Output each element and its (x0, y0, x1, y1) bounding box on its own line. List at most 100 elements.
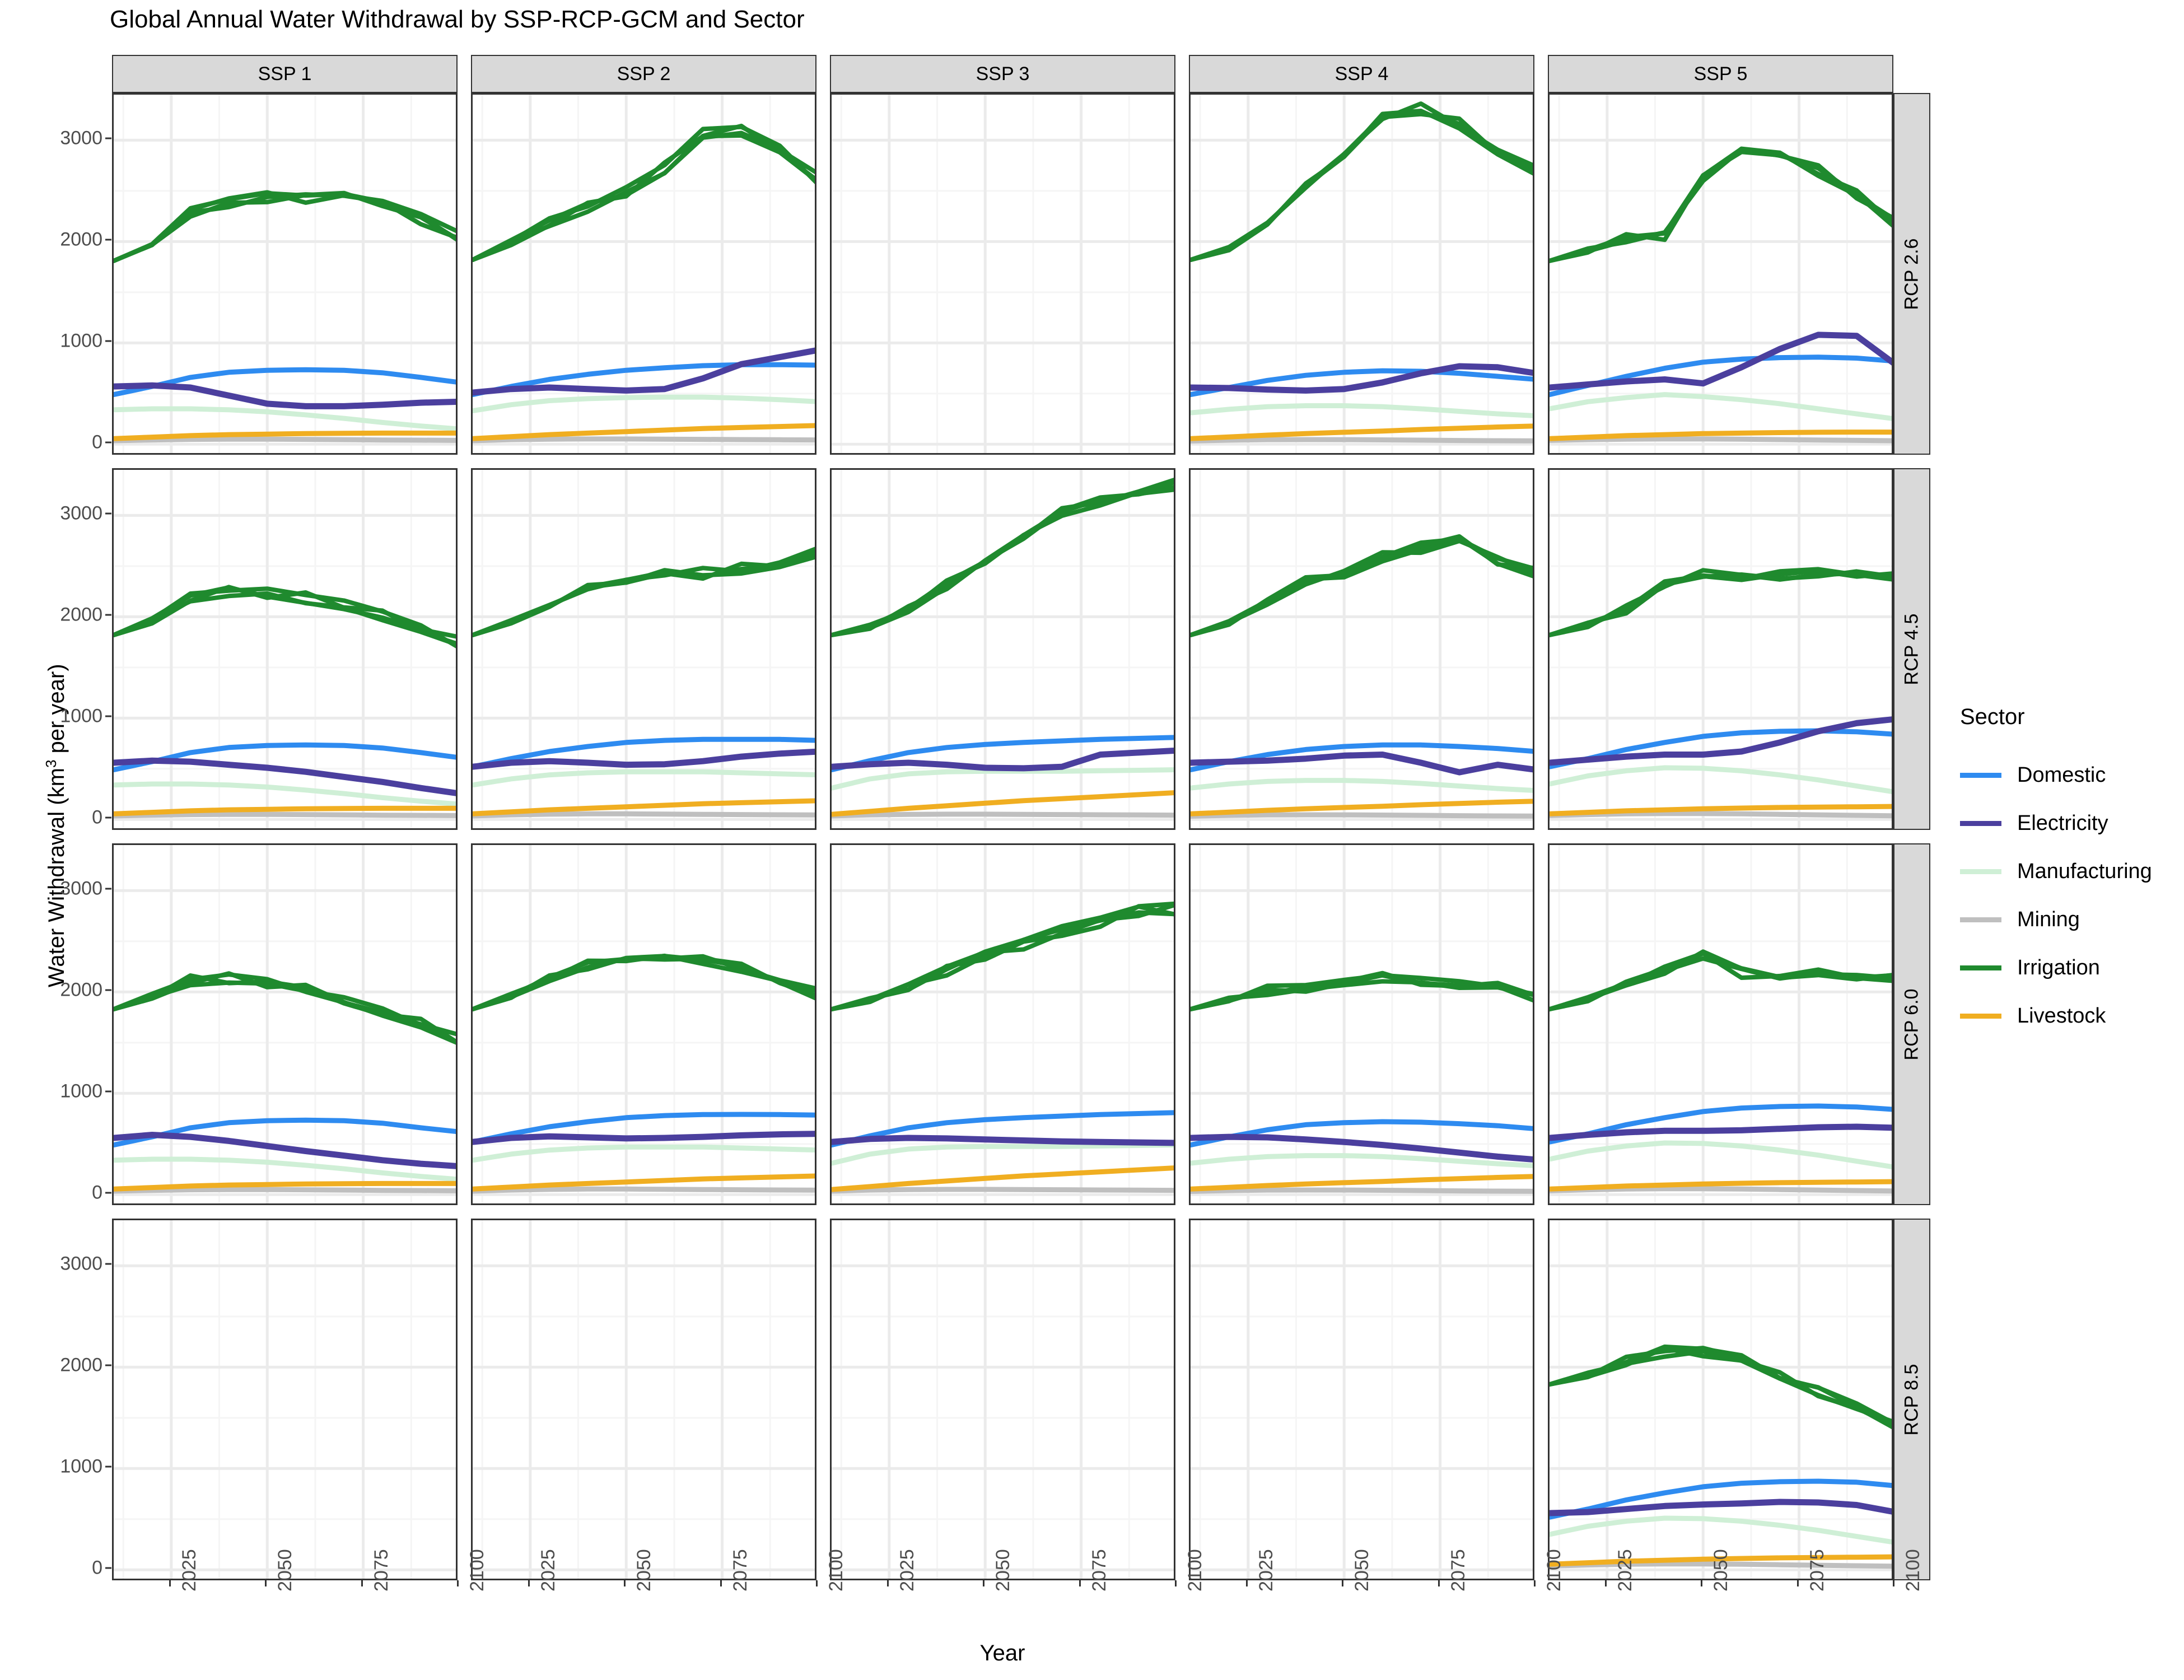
series-line-irrigation (832, 480, 1174, 637)
x-tick-mark (1438, 1580, 1440, 1586)
x-tick-mark (528, 1580, 530, 1586)
x-tick-mark (1796, 1580, 1799, 1586)
x-tick-mark (169, 1580, 171, 1586)
y-tick-mark (105, 888, 111, 890)
legend-label: Livestock (2017, 1004, 2106, 1028)
y-tick-label: 3000 (60, 878, 102, 899)
x-tick-label-2050: 2050 (274, 1549, 296, 1592)
legend-key-manufacturing (1960, 869, 2001, 874)
panel-ssp-4-rcp-2-6 (1189, 93, 1534, 455)
x-tick-label-2025: 2025 (896, 1549, 918, 1592)
series-line-mining (473, 1186, 815, 1194)
series-line-irrigation (114, 192, 456, 263)
series-line-mining (1191, 812, 1533, 819)
x-tick-label-2050: 2050 (633, 1549, 655, 1592)
legend-label: Mining (2017, 907, 2080, 931)
facet-strip-col-label: SSP 1 (258, 63, 312, 85)
facet-strip-col-ssp-2: SSP 2 (471, 55, 816, 93)
facet-strip-col-ssp-1: SSP 1 (112, 55, 458, 93)
x-tick-mark (886, 1580, 889, 1586)
x-tick-label-2075: 2075 (370, 1549, 392, 1592)
y-axis-label-superscript: 3 (42, 759, 59, 768)
y-tick-label: 3000 (60, 127, 102, 149)
series-line-mining (114, 436, 456, 444)
x-tick-label-2075: 2075 (1088, 1549, 1110, 1592)
x-tick-mark (1534, 1580, 1536, 1586)
x-tick-mark (1701, 1580, 1703, 1586)
series-line-electricity (832, 1135, 1174, 1146)
legend-entry-irrigation[interactable]: Irrigation (1960, 944, 2184, 992)
series-line-manufacturing (114, 406, 456, 432)
y-tick-label: 0 (92, 1557, 102, 1579)
y-tick-label: 3000 (60, 502, 102, 524)
x-tick-mark (720, 1580, 722, 1586)
x-tick-label-2025: 2025 (537, 1549, 559, 1592)
facet-strip-row-label: RCP 4.5 (1901, 613, 1922, 685)
x-axis-label: Year (979, 1641, 1025, 1665)
panel-ssp-5-rcp-2-6 (1548, 93, 1893, 455)
legend-key-domestic (1960, 772, 2001, 778)
series-line-manufacturing (1191, 403, 1533, 418)
y-tick-mark (105, 512, 111, 515)
y-tick-mark (105, 1466, 111, 1468)
legend-entry-manufacturing[interactable]: Manufacturing (1960, 847, 2184, 895)
series-line-livestock (832, 1165, 1174, 1192)
panel-ssp-2-rcp-4-5 (471, 468, 816, 830)
legend-entry-livestock[interactable]: Livestock (1960, 992, 2184, 1040)
series-line-irrigation (114, 190, 456, 263)
series-line-electricity (114, 382, 456, 409)
series-line-irrigation (1550, 949, 1892, 1012)
facet-strip-col-ssp-4: SSP 4 (1189, 55, 1534, 93)
panel-ssp-5-rcp-4-5 (1548, 468, 1893, 830)
series-line-irrigation (473, 953, 815, 1012)
chart-root: Global Annual Water Withdrawal by SSP-RC… (0, 0, 2184, 1680)
y-tick-label: 1000 (60, 1455, 102, 1477)
series-line-irrigation (832, 904, 1174, 1012)
y-tick-mark (105, 715, 111, 717)
series-line-mining (1191, 437, 1533, 444)
panel-ssp-4-rcp-6-0 (1189, 843, 1534, 1205)
series-line-mining (832, 811, 1174, 819)
x-tick-label-2100: 2100 (1543, 1549, 1565, 1592)
series-line-mining (114, 811, 456, 819)
y-tick-mark (105, 441, 111, 444)
x-tick-mark (265, 1580, 267, 1586)
series-line-electricity (1550, 716, 1892, 766)
panel-ssp-1-rcp-4-5 (112, 468, 458, 830)
series-line-mining (832, 1187, 1174, 1194)
panel-ssp-5-rcp-8-5 (1548, 1219, 1893, 1580)
series-line-irrigation (832, 487, 1174, 637)
legend-label: Electricity (2017, 811, 2108, 835)
y-tick-mark (105, 1090, 111, 1093)
series-line-manufacturing (1550, 392, 1892, 421)
facet-strip-row-label: RCP 2.6 (1901, 238, 1922, 310)
legend-entries: Domestic Electricity Manufacturing Mining Ir… (1960, 751, 2184, 1040)
y-tick-mark (105, 816, 111, 819)
x-tick-label-2075: 2075 (729, 1549, 751, 1592)
panel-ssp-2-rcp-2-6 (471, 93, 816, 455)
x-tick-label-2050: 2050 (1710, 1549, 1732, 1592)
y-tick-mark (105, 137, 111, 139)
legend-entry-mining[interactable]: Mining (1960, 895, 2184, 944)
panel-ssp-2-rcp-8-5 (471, 1219, 816, 1580)
series-line-irrigation (473, 954, 815, 1012)
x-tick-label-2100: 2100 (1184, 1549, 1206, 1592)
series-line-livestock (1191, 1174, 1533, 1192)
legend-entry-electricity[interactable]: Electricity (1960, 799, 2184, 847)
panel-ssp-3-rcp-8-5 (830, 1219, 1175, 1580)
legend-label: Irrigation (2017, 955, 2100, 979)
legend-entry-domestic[interactable]: Domestic (1960, 751, 2184, 799)
x-tick-mark (1604, 1580, 1607, 1586)
series-line-manufacturing (473, 769, 815, 788)
y-tick-label: 3000 (60, 1253, 102, 1275)
series-line-irrigation (1550, 568, 1892, 637)
panel-ssp-3-rcp-4-5 (830, 468, 1175, 830)
series-line-irrigation (1550, 569, 1892, 637)
panel-ssp-2-rcp-6-0 (471, 843, 816, 1205)
series-line-manufacturing (1191, 778, 1533, 793)
series-line-irrigation (473, 956, 815, 1012)
panel-ssp-4-rcp-8-5 (1189, 1219, 1534, 1580)
y-tick-mark (105, 1567, 111, 1569)
x-tick-mark (1342, 1580, 1344, 1586)
facet-strip-col-label: SSP 2 (617, 63, 671, 85)
